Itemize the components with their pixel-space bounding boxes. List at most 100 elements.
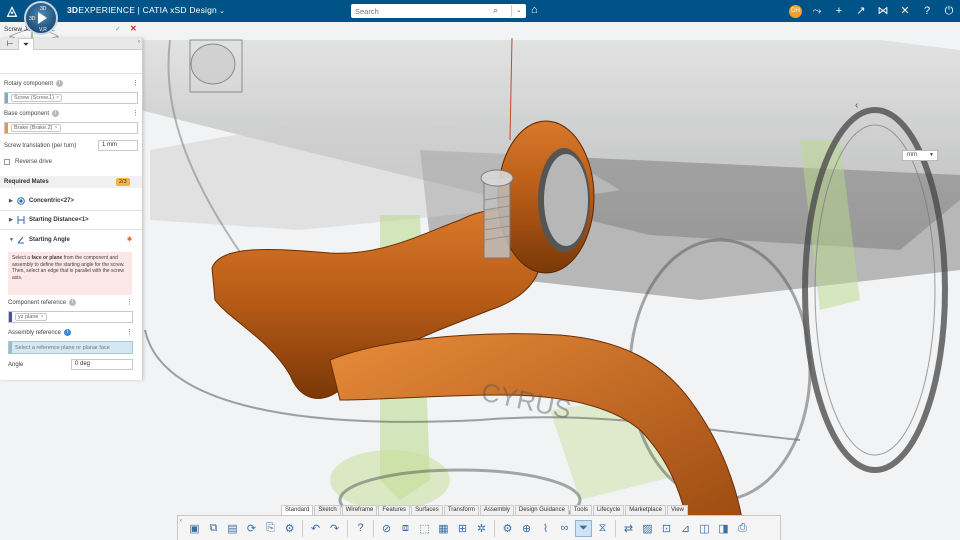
compass-widget[interactable]: 3D 3D V,R (24, 1, 58, 35)
more-icon[interactable]: ⋮ (132, 109, 139, 117)
tools-icon[interactable]: ✕ (898, 3, 912, 19)
tab-surfaces[interactable]: Surfaces (411, 505, 443, 515)
network-icon[interactable]: ⋈ (876, 3, 890, 19)
info-icon[interactable]: i (56, 80, 64, 87)
publish-icon[interactable]: ⎙ (734, 520, 751, 537)
explode-icon[interactable]: ✲ (473, 520, 490, 537)
base-component-field[interactable]: Brake (Brake.2) × (4, 122, 138, 134)
close-icon[interactable]: ✕ (130, 24, 137, 33)
tab-design-guidance[interactable]: Design Guidance (514, 505, 569, 515)
refresh-icon[interactable]: ⟳ (243, 520, 260, 537)
screw-joint-icon[interactable]: ⧖ (594, 520, 611, 537)
search-icon[interactable]: ⌕ (493, 5, 498, 16)
collapse-icon[interactable]: ‹ (180, 518, 182, 524)
more-icon[interactable]: ⋮ (132, 79, 139, 87)
reverse-drive-checkbox[interactable] (4, 159, 10, 165)
tab-sketch[interactable]: Sketch (314, 505, 341, 515)
image-icon[interactable]: ▨ (639, 520, 656, 537)
mate-concentric[interactable]: ▶ Concentric<27> (0, 193, 142, 209)
rotary-chip[interactable]: Screw (Screw.1) × (11, 94, 63, 102)
ds-logo-icon[interactable]: ◬ (4, 3, 20, 19)
info-icon[interactable]: i (69, 299, 77, 306)
mate-starting-angle[interactable]: ▼ Starting Angle ✱ (0, 232, 142, 248)
link-icon[interactable]: ∞ (556, 520, 573, 537)
3d-viewport[interactable]: CYRUS ‹ Z Y X mm▼ (0, 22, 960, 540)
component-ref-chip[interactable]: yz plane × (15, 313, 47, 321)
search-box[interactable]: ⌕ ⌄ (351, 4, 526, 18)
fix-icon[interactable]: ⧈ (397, 520, 414, 537)
compare-icon[interactable]: ◨ (715, 520, 732, 537)
filter-tab-icon[interactable]: ⏷ (18, 38, 34, 50)
remove-icon[interactable]: × (41, 314, 44, 320)
angle-input[interactable]: 0 deg (71, 359, 133, 370)
joint-icon[interactable]: ⊕ (518, 520, 535, 537)
share-icon[interactable]: ⤳ (810, 3, 824, 19)
tab-transform[interactable]: Transform (443, 505, 479, 515)
screw-head[interactable] (480, 169, 514, 187)
clip-icon[interactable]: ⌇ (537, 520, 554, 537)
new-part-icon[interactable]: ▣ (186, 520, 203, 537)
units-select[interactable]: mm ▼ (902, 150, 938, 161)
play-icon[interactable] (38, 12, 47, 24)
fixture-cylinder (190, 43, 236, 85)
mate-starting-distance[interactable]: ▶ Starting Distance<1> (0, 212, 142, 228)
snap-icon[interactable]: ⊞ (454, 520, 471, 537)
chevron-down-icon[interactable]: ▼ (929, 151, 934, 160)
tag-icon[interactable]: ⌂ (531, 4, 538, 16)
plus-icon[interactable]: + (832, 3, 846, 19)
tab-assembly[interactable]: Assembly (479, 505, 514, 515)
settings-icon[interactable]: ⚙ (281, 520, 298, 537)
tab-view[interactable]: View (666, 505, 688, 515)
search-dropdown-icon[interactable]: ⌄ (511, 5, 522, 17)
remove-icon[interactable]: × (56, 95, 59, 101)
expand-arrow-icon[interactable]: ▶ (9, 212, 13, 228)
power-icon[interactable]: ⏻ (942, 3, 956, 19)
move-icon[interactable]: ⇄ (620, 520, 637, 537)
tab-wireframe[interactable]: Wireframe (341, 505, 378, 515)
chevron-down-icon[interactable]: ⌄ (219, 8, 225, 15)
collapse-icon[interactable]: ‹ (138, 39, 140, 45)
chevron-left-icon[interactable]: ‹ (855, 100, 858, 111)
search-input[interactable] (355, 5, 485, 17)
mechanism-icon[interactable]: ⚙ (499, 520, 516, 537)
assembly-reference-field[interactable] (8, 341, 133, 354)
rotary-component-field[interactable]: Screw (Screw.1) × (4, 92, 138, 104)
filter-icon[interactable]: ⏷ (575, 519, 592, 537)
base-value: Brake (Brake.2) (14, 125, 53, 131)
grid-icon[interactable]: ▦ (435, 520, 452, 537)
confirm-icon[interactable]: ✓ (115, 25, 121, 33)
offset-icon[interactable]: ⬚ (416, 520, 433, 537)
undo-icon[interactable]: ↶ (307, 520, 324, 537)
analysis-icon[interactable]: ⊡ (658, 520, 675, 537)
component-reference-field[interactable]: yz plane × (8, 311, 133, 323)
assembly-reference-input[interactable] (15, 343, 130, 353)
tab-features[interactable]: Features (378, 505, 411, 515)
measure-icon[interactable]: ⊿ (677, 520, 694, 537)
tab-marketplace[interactable]: Marketplace (625, 505, 666, 515)
brand-title[interactable]: 3DEXPERIENCE | CATIA xSD Design ⌄ (67, 5, 225, 15)
help-icon[interactable]: ? (352, 520, 369, 537)
remove-icon[interactable]: × (55, 125, 58, 131)
base-chip[interactable]: Brake (Brake.2) × (11, 124, 61, 132)
expand-arrow-icon[interactable]: ▶ (9, 193, 13, 209)
redo-icon[interactable]: ↷ (326, 520, 343, 537)
more-icon[interactable]: ⋮ (126, 298, 133, 306)
constraint-icon[interactable]: ⊘ (378, 520, 395, 537)
3d-scene[interactable]: CYRUS (0, 22, 960, 540)
copy-icon[interactable]: ⎘ (262, 520, 279, 537)
info-icon[interactable]: i (52, 110, 60, 117)
section-icon[interactable]: ◫ (696, 520, 713, 537)
translation-input[interactable]: 1 mm (98, 140, 138, 151)
redo-icon[interactable]: ↗ (854, 3, 868, 19)
more-icon[interactable]: ⋮ (126, 328, 133, 336)
tab-lifecycle[interactable]: Lifecycle (592, 505, 625, 515)
save-icon[interactable]: ▤ (224, 520, 241, 537)
info-icon[interactable]: i (64, 329, 72, 336)
help-icon[interactable]: ? (920, 3, 934, 19)
tab-standard[interactable]: Standard (281, 505, 314, 515)
collapse-arrow-icon[interactable]: ▼ (9, 232, 14, 248)
tab-tools[interactable]: Tools (569, 505, 592, 515)
tree-tab-icon[interactable]: ⊢ (2, 38, 18, 50)
insert-icon[interactable]: ⧉ (205, 520, 222, 537)
avatar[interactable]: DH (789, 4, 802, 18)
